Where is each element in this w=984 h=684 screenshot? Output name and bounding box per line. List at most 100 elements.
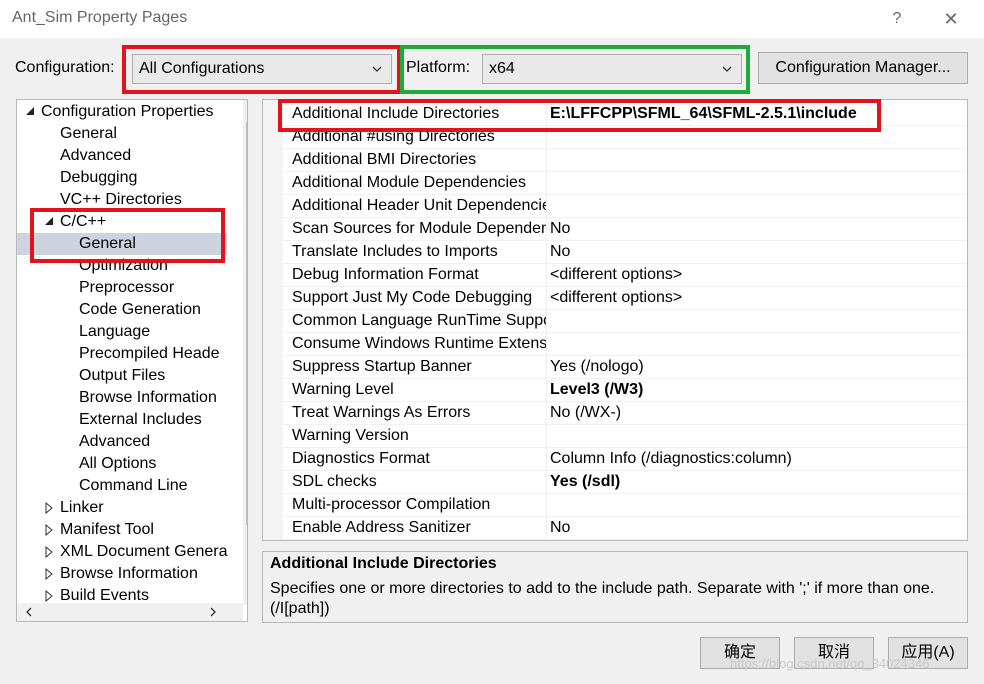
property-value[interactable]: <different options>: [550, 286, 960, 309]
tree-item-label: Precompiled Heade: [79, 345, 220, 362]
tree-item-label: Debugging: [60, 169, 138, 186]
expanded-triangle-icon[interactable]: [25, 101, 35, 123]
collapsed-triangle-icon[interactable]: [44, 563, 54, 585]
chevron-right-icon[interactable]: [207, 606, 219, 618]
property-row[interactable]: Support Just My Code Debugging <different…: [263, 286, 967, 310]
property-value[interactable]: <different options>: [550, 263, 960, 286]
property-name: Consume Windows Runtime Extension: [292, 332, 547, 355]
property-row[interactable]: Common Language RunTime Support: [263, 309, 967, 333]
property-name: Common Language RunTime Support: [292, 309, 547, 332]
property-value[interactable]: Column Info (/diagnostics:column): [550, 447, 960, 470]
tree-item-label: Browse Information: [60, 565, 198, 582]
tree-item[interactable]: Language: [17, 321, 227, 343]
property-row[interactable]: Warning Level Level3 (/W3): [263, 378, 967, 402]
collapsed-triangle-icon[interactable]: [44, 541, 54, 563]
tree-item-label: Advanced: [79, 433, 151, 450]
tree-item[interactable]: Command Line: [17, 475, 227, 497]
window-title: Ant_Sim Property Pages: [12, 9, 188, 26]
property-value[interactable]: Level3 (/W3): [550, 378, 960, 401]
property-name: Treat Warnings As Errors: [292, 401, 547, 424]
tree-item[interactable]: Output Files: [17, 365, 227, 387]
property-value[interactable]: [550, 309, 960, 332]
tree-item-label: Output Files: [79, 367, 166, 384]
tree-item-label: Advanced: [60, 147, 132, 164]
tree-item-label: External Includes: [79, 411, 202, 428]
property-name: Enable Address Sanitizer: [292, 516, 547, 539]
tree-item-label: Manifest Tool: [60, 521, 154, 538]
tree-item[interactable]: Linker: [17, 497, 227, 519]
property-value[interactable]: [550, 332, 960, 355]
tree-item-label: Command Line: [79, 477, 188, 494]
property-row[interactable]: SDL checks Yes (/sdl): [263, 470, 967, 494]
property-row[interactable]: Additional Header Unit Dependencies: [263, 194, 967, 218]
chevron-down-icon[interactable]: [247, 584, 248, 596]
tree-item-label: Language: [79, 323, 151, 340]
property-name: Support Just My Code Debugging: [292, 286, 547, 309]
tree-item[interactable]: Manifest Tool: [17, 519, 227, 541]
property-value[interactable]: [550, 424, 960, 447]
tree-item[interactable]: Preprocessor: [17, 277, 227, 299]
property-value[interactable]: No: [550, 240, 960, 263]
tree-item[interactable]: Configuration Properties: [17, 101, 227, 123]
tree-item[interactable]: Browse Information: [17, 563, 227, 585]
property-name: SDL checks: [292, 470, 547, 493]
include-directories-highlight-box: [278, 99, 881, 132]
property-row[interactable]: Translate Includes to Imports No: [263, 240, 967, 264]
tree-item[interactable]: External Includes: [17, 409, 227, 431]
description-text: Specifies one or more directories to add…: [270, 580, 957, 617]
property-name: Multi-processor Compilation: [292, 493, 547, 516]
configuration-highlight-box: [122, 45, 401, 94]
property-row[interactable]: Scan Sources for Module DependenciesNo: [263, 217, 967, 241]
property-value[interactable]: [550, 171, 960, 194]
cpp-general-highlight-box: [30, 208, 225, 263]
property-name: Translate Includes to Imports: [292, 240, 547, 263]
property-row[interactable]: Debug Information Format <different optio…: [263, 263, 967, 287]
watermark-text: https://blog.csdn.net/qq_34024346: [730, 656, 930, 671]
close-button[interactable]: ✕: [936, 6, 966, 32]
property-grid[interactable]: Additional Include Directories E:\LFFCPP\…: [262, 99, 968, 541]
chevron-left-icon[interactable]: [23, 606, 35, 618]
property-name: Debug Information Format: [292, 263, 547, 286]
title-bar[interactable]: Ant_Sim Property Pages ? ✕: [0, 0, 984, 38]
property-value[interactable]: No (/WX-): [550, 401, 960, 424]
property-row[interactable]: Additional BMI Directories: [263, 148, 967, 172]
property-name: Additional Header Unit Dependencies: [292, 194, 547, 217]
property-row[interactable]: Multi-processor Compilation: [263, 493, 967, 517]
tree-item[interactable]: Precompiled Heade: [17, 343, 227, 365]
tree-item[interactable]: XML Document Genera: [17, 541, 227, 563]
tree-item[interactable]: Advanced: [17, 145, 227, 167]
property-row[interactable]: Diagnostics Format Column Info (/diagnost…: [263, 447, 967, 471]
tree-scroll-thumb[interactable]: [246, 122, 247, 525]
property-value[interactable]: [550, 148, 960, 171]
tree-item[interactable]: Code Generation: [17, 299, 227, 321]
property-name: Suppress Startup Banner: [292, 355, 547, 378]
property-row[interactable]: Treat Warnings As Errors No (/WX-): [263, 401, 967, 425]
tree-item[interactable]: All Options: [17, 453, 227, 475]
property-value[interactable]: Yes (/nologo): [550, 355, 960, 378]
collapsed-triangle-icon[interactable]: [44, 519, 54, 541]
property-name: Additional BMI Directories: [292, 148, 547, 171]
property-tree[interactable]: Configuration Properties General Advanced D…: [16, 99, 248, 622]
property-value[interactable]: [550, 194, 960, 217]
property-row[interactable]: Consume Windows Runtime Extension: [263, 332, 967, 356]
tree-item[interactable]: Browse Information: [17, 387, 227, 409]
tree-item[interactable]: General: [17, 123, 227, 145]
help-button[interactable]: ?: [884, 6, 910, 32]
tree-item[interactable]: Advanced: [17, 431, 227, 453]
property-row[interactable]: Suppress Startup Banner Yes (/nologo): [263, 355, 967, 379]
property-row[interactable]: Enable Address Sanitizer No: [263, 516, 967, 540]
property-row[interactable]: Warning Version: [263, 424, 967, 448]
chevron-up-icon[interactable]: [247, 104, 248, 116]
property-value[interactable]: Yes (/sdl): [550, 470, 960, 493]
property-name: Warning Version: [292, 424, 547, 447]
property-value[interactable]: No: [550, 217, 960, 240]
tree-item-label: Linker: [60, 499, 104, 516]
property-value[interactable]: [550, 493, 960, 516]
property-row[interactable]: Additional Module Dependencies: [263, 171, 967, 195]
configuration-manager-button[interactable]: Configuration Manager...: [758, 52, 968, 84]
tree-horizontal-scrollbar[interactable]: [17, 603, 243, 621]
tree-item[interactable]: Debugging: [17, 167, 227, 189]
property-value[interactable]: No: [550, 516, 960, 539]
platform-highlight-box: [400, 45, 750, 94]
collapsed-triangle-icon[interactable]: [44, 497, 54, 519]
